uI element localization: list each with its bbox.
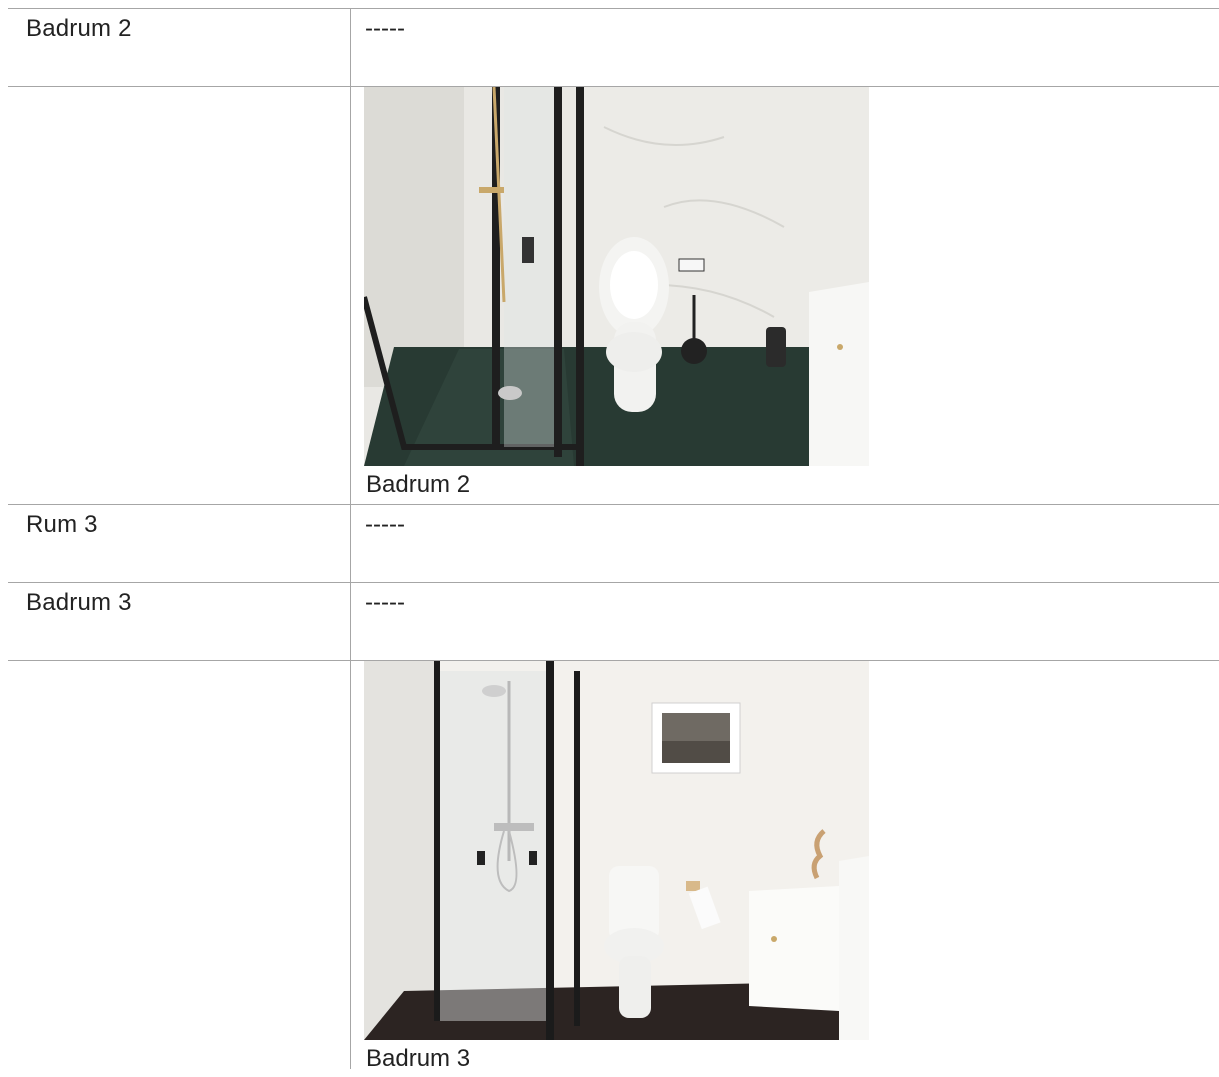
- photo-cell: Badrum 2: [351, 87, 1219, 504]
- room-label: Badrum 2: [8, 9, 351, 86]
- room-label: [8, 661, 351, 1069]
- room-label: Badrum 3: [8, 583, 351, 660]
- photo-caption: Badrum 3: [366, 1045, 471, 1072]
- bathroom-photo: [364, 87, 869, 466]
- room-value: -----: [365, 15, 405, 42]
- room-table: Badrum 2 ----- Badrum 2 Rum 3 ----- Badr…: [8, 8, 1219, 1072]
- room-label: [8, 87, 351, 504]
- room-label: Rum 3: [8, 505, 351, 582]
- photo-cell: Badrum 3: [351, 661, 1219, 1072]
- photo-caption: Badrum 2: [366, 471, 471, 498]
- table-row: Badrum 2 -----: [8, 8, 1219, 86]
- bathroom-photo: [364, 661, 869, 1040]
- table-row: Badrum 2: [8, 86, 1219, 504]
- table-row: Badrum 3 -----: [8, 582, 1219, 660]
- room-value: -----: [365, 511, 405, 538]
- table-row: Rum 3 -----: [8, 504, 1219, 582]
- room-value: -----: [365, 589, 405, 616]
- table-row: Badrum 3: [8, 660, 1219, 1072]
